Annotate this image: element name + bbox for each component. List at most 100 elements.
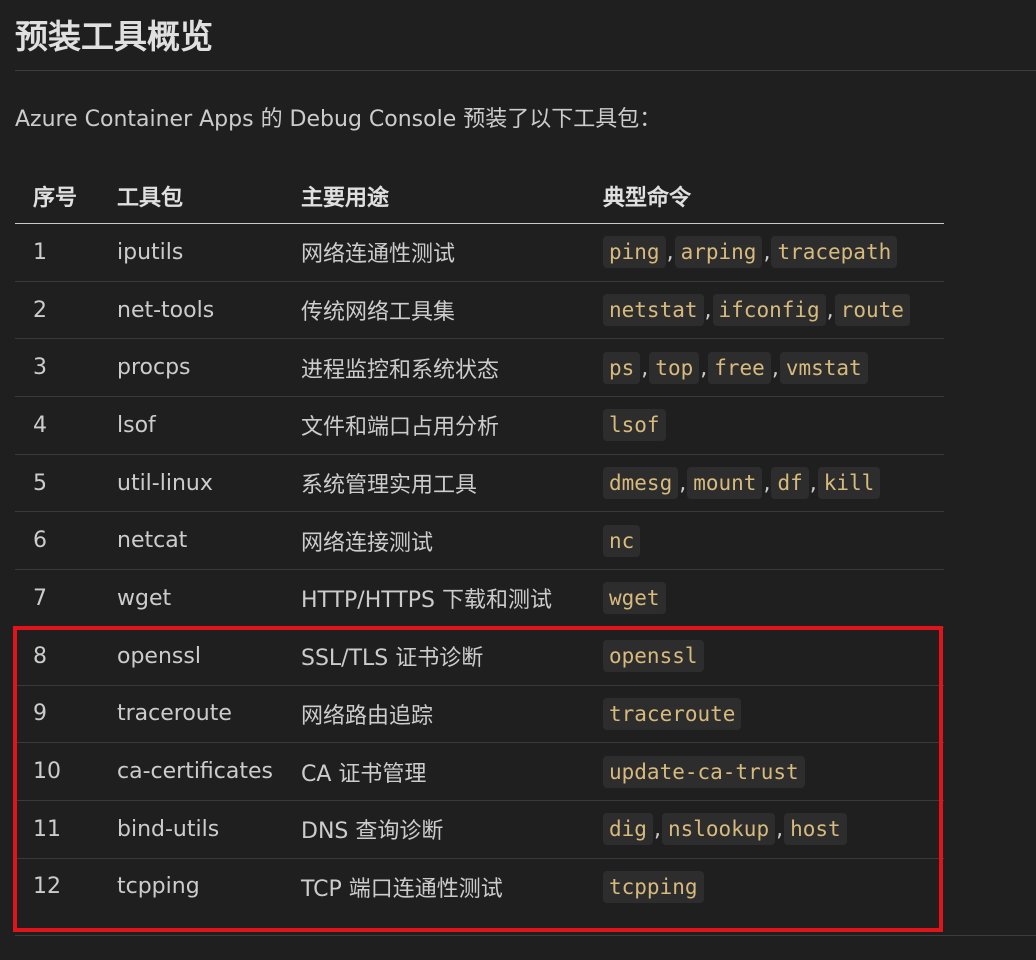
command-code: tracepath <box>771 236 898 269</box>
header-package: 工具包 <box>99 168 283 224</box>
command-code: dmesg <box>603 467 679 500</box>
command-code: route <box>834 294 910 327</box>
command-code: traceroute <box>603 697 742 730</box>
row-commands: ps, top, free, vmstat <box>585 338 944 398</box>
row-commands: lsof <box>585 396 944 455</box>
command-code: nc <box>603 524 641 557</box>
table-row: 1 iputils 网络连通性测试 ping, arping, tracepath <box>15 223 944 282</box>
table-row: 2 net-tools 传统网络工具集 netstat, ifconfig, route <box>15 281 944 340</box>
row-purpose: 文件和端口占用分析 <box>283 396 585 455</box>
table-header-row: 序号 工具包 主要用途 典型命令 <box>15 168 944 224</box>
row-package: traceroute <box>99 685 283 744</box>
table-row: 12 tcpping TCP 端口连通性测试 tcpping <box>15 858 944 915</box>
command-code: arping <box>674 236 763 269</box>
row-purpose: 系统管理实用工具 <box>283 454 585 513</box>
document-page: 预装工具概览 Azure Container Apps 的 Debug Cons… <box>0 0 1036 960</box>
command-separator: , <box>763 240 771 266</box>
bottom-divider <box>15 935 1036 936</box>
row-purpose: 传统网络工具集 <box>283 281 585 340</box>
row-number: 1 <box>15 223 99 282</box>
title-divider <box>15 70 1036 71</box>
row-commands: netstat, ifconfig, route <box>585 281 944 340</box>
command-code: tcpping <box>603 870 704 903</box>
command-separator: , <box>666 240 674 266</box>
table-row: 9 traceroute 网络路由追踪 traceroute <box>15 685 944 744</box>
row-package: net-tools <box>99 281 283 340</box>
row-commands: nc <box>585 511 944 571</box>
row-purpose: 网络连通性测试 <box>283 223 585 282</box>
command-code: nslookup <box>661 813 776 846</box>
command-code: ps <box>603 351 641 384</box>
row-number: 8 <box>15 627 99 686</box>
command-separator: , <box>771 355 779 381</box>
row-commands: dig, nslookup, host <box>585 800 944 859</box>
table-body: 1 iputils 网络连通性测试 ping, arping, tracepath 2 net… <box>15 223 944 916</box>
row-package: wget <box>99 569 283 628</box>
row-commands: openssl <box>585 627 944 686</box>
row-number: 4 <box>15 396 99 455</box>
command-code: top <box>649 351 700 384</box>
command-code: mount <box>687 467 763 500</box>
row-purpose: 进程监控和系统状态 <box>283 338 585 398</box>
table-row: 3 procps 进程监控和系统状态 ps, top, free, vmstat <box>15 338 944 398</box>
row-package: ca-certificates <box>99 742 283 801</box>
table-row: 7 wget HTTP/HTTPS 下载和测试 wget <box>15 569 944 628</box>
row-package: tcpping <box>117 874 200 900</box>
command-code: vmstat <box>779 351 868 384</box>
page-title: 预装工具概览 <box>15 17 213 56</box>
row-number: 5 <box>15 454 99 513</box>
row-purpose: CA 证书管理 <box>283 742 585 801</box>
table-row: 10 ca-certificates CA 证书管理 update-ca-trust <box>15 742 944 801</box>
command-separator: , <box>826 298 834 324</box>
command-code: update-ca-trust <box>603 755 805 788</box>
command-separator: , <box>809 471 817 497</box>
command-code: ifconfig <box>712 294 826 327</box>
command-separator: , <box>776 817 784 843</box>
table-row: 6 netcat 网络连接测试 nc <box>15 511 944 571</box>
command-separator: , <box>641 355 649 381</box>
command-code: df <box>771 467 809 500</box>
command-code: lsof <box>603 409 666 442</box>
row-package: util-linux <box>99 454 283 513</box>
row-commands: tcpping <box>585 858 944 915</box>
command-separator: , <box>679 471 687 497</box>
row-number: 6 <box>15 511 99 571</box>
table-row: 5 util-linux 系统管理实用工具 dmesg, mount, df, kill <box>15 454 944 513</box>
row-number: 9 <box>15 685 99 744</box>
row-number: 10 <box>15 742 99 801</box>
row-number: 7 <box>15 569 99 628</box>
tools-table: 序号 工具包 主要用途 典型命令 1 iputils 网络连通性测试 ping, arp… <box>15 168 944 915</box>
header-number: 序号 <box>15 168 99 224</box>
row-number: 2 <box>15 281 99 340</box>
row-commands: wget <box>585 569 944 628</box>
row-commands: traceroute <box>585 685 944 744</box>
command-code: ping <box>603 236 666 269</box>
row-commands: dmesg, mount, df, kill <box>585 454 944 513</box>
table-row: 8 openssl SSL/TLS 证书诊断 openssl <box>15 627 944 686</box>
command-code: free <box>708 351 771 384</box>
intro-paragraph: Azure Container Apps 的 Debug Console 预装了… <box>15 107 662 132</box>
table-row: 4 lsof 文件和端口占用分析 lsof <box>15 396 944 455</box>
row-purpose: HTTP/HTTPS 下载和测试 <box>283 569 585 628</box>
header-commands: 典型命令 <box>585 168 944 224</box>
row-purpose: 网络路由追踪 <box>283 685 585 744</box>
command-code: netstat <box>603 294 704 327</box>
command-code: openssl <box>603 640 704 673</box>
row-purpose: DNS 查询诊断 <box>283 800 585 859</box>
command-separator: , <box>704 298 712 324</box>
row-package: netcat <box>99 511 283 571</box>
row-number: 11 <box>15 800 99 859</box>
command-separator: , <box>700 355 708 381</box>
row-commands: ping, arping, tracepath <box>585 223 944 282</box>
command-code: dig <box>603 813 653 846</box>
row-number: 3 <box>15 338 99 398</box>
command-separator: , <box>763 471 771 497</box>
table-row: 11 bind-utils DNS 查询诊断 dig, nslookup, host <box>15 800 944 859</box>
row-package: procps <box>99 338 283 398</box>
row-commands: update-ca-trust <box>585 742 944 801</box>
row-number: 12 <box>33 874 61 900</box>
header-purpose: 主要用途 <box>283 168 585 224</box>
row-purpose: 网络连接测试 <box>283 511 585 571</box>
row-purpose: SSL/TLS 证书诊断 <box>283 627 585 686</box>
command-code: host <box>784 813 847 846</box>
